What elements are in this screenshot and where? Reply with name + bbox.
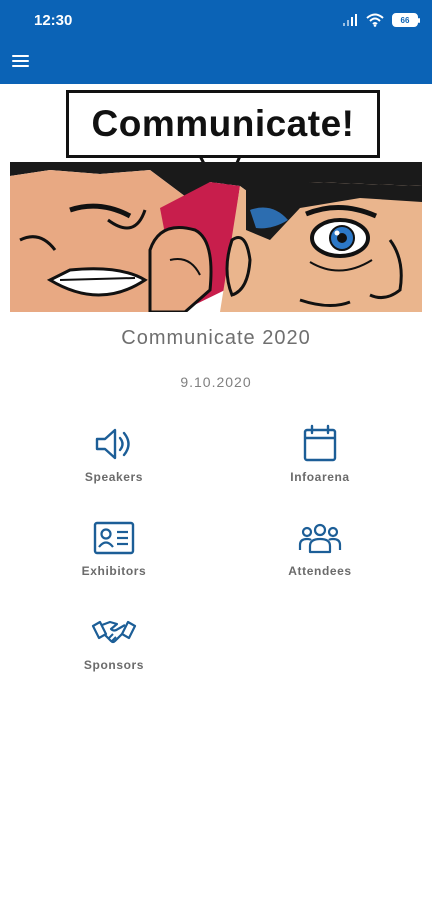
- status-time: 12:30: [34, 12, 73, 29]
- battery-icon: 66: [392, 13, 420, 27]
- event-date: 9.10.2020: [180, 374, 252, 390]
- status-icons: 66: [342, 10, 420, 30]
- menu-item-infoarena[interactable]: Infoarena: [250, 424, 390, 498]
- app-bar: [0, 40, 432, 84]
- menu-item-sponsors[interactable]: Sponsors: [44, 612, 184, 686]
- menu-item-label: Infoarena: [290, 470, 350, 484]
- menu-item-speakers[interactable]: Speakers: [44, 424, 184, 498]
- event-banner: Communicate!: [10, 90, 422, 312]
- speaker-icon: [95, 428, 130, 460]
- event-name: Communicate 2020: [121, 327, 311, 349]
- menu-item-label: Attendees: [288, 564, 352, 578]
- group-icon: [298, 523, 342, 554]
- wifi-icon: [366, 13, 384, 27]
- menu-item-label: Sponsors: [83, 658, 145, 672]
- hamburger-menu-icon[interactable]: [8, 48, 36, 76]
- menu-item-label: Exhibitors: [81, 564, 147, 578]
- menu-item-exhibitors[interactable]: Exhibitors: [44, 518, 184, 592]
- id-card-icon: [93, 521, 135, 555]
- status-bar: 12:30 66: [0, 0, 432, 40]
- menu-item-label: Speakers: [84, 470, 144, 484]
- signal-icon: [343, 14, 357, 26]
- calendar-icon: [303, 424, 337, 462]
- menu-item-attendees[interactable]: Attendees: [250, 518, 390, 592]
- banner-title: Communicate!: [91, 103, 355, 144]
- banner-title-box: Communicate!: [66, 90, 380, 158]
- handshake-icon: [91, 620, 137, 644]
